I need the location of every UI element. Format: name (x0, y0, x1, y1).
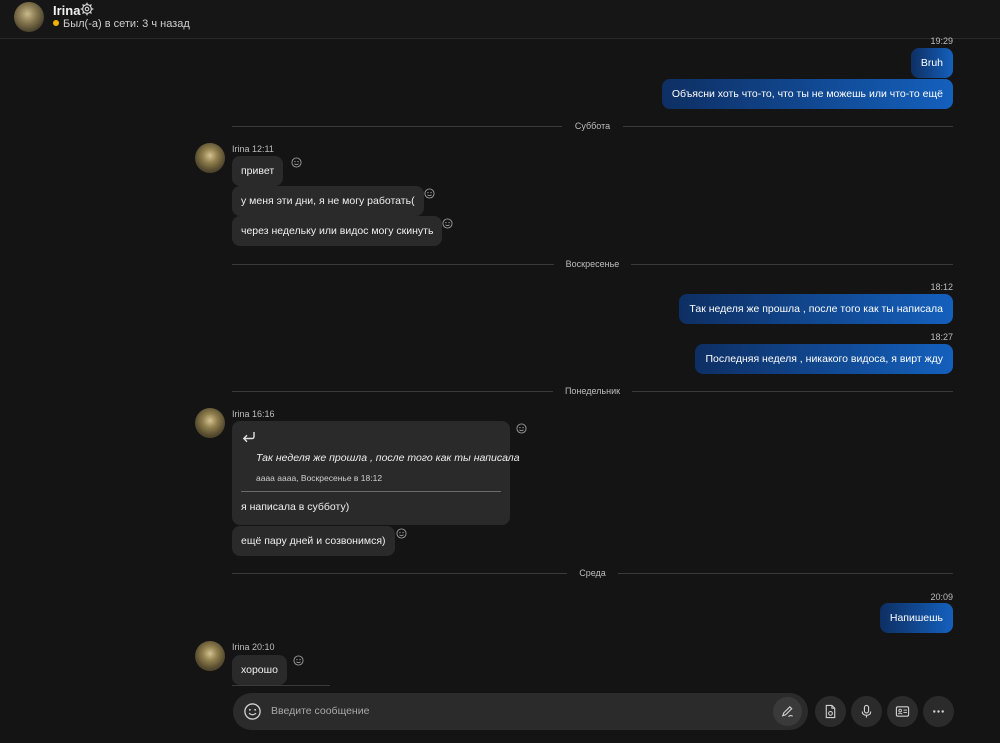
voice-message-button[interactable] (851, 696, 882, 727)
quoted-message-meta: аааа аааа, Воскресенье в 18:12 (256, 473, 383, 483)
date-divider-label: Суббота (562, 121, 623, 131)
message-input[interactable]: Введите сообщение (271, 693, 369, 730)
file-icon (825, 704, 836, 719)
incoming-message[interactable]: через недельку или видос могу скинуть (232, 216, 443, 246)
add-reaction-icon[interactable] (396, 528, 407, 539)
reply-message[interactable]: Так неделя же прошла , после того как ты… (232, 421, 520, 525)
sender-name-time: Irina 20:10 (232, 642, 275, 652)
outgoing-message[interactable]: Напишешь (879, 603, 953, 633)
incoming-message[interactable]: ещё пару дней и созвонимся) (232, 526, 395, 556)
draw-button[interactable] (773, 697, 802, 726)
divider-line (232, 685, 330, 686)
quoted-message-text: Так неделя же прошла , после того как ты… (256, 452, 520, 464)
sender-avatar[interactable] (195, 143, 225, 173)
presence-text: Был(-а) в сети: 3 ч назад (63, 18, 190, 30)
outgoing-message[interactable]: Bruh (910, 48, 953, 78)
outgoing-message[interactable]: Так неделя же прошла , после того как ты… (679, 294, 953, 324)
incoming-message[interactable]: у меня эти дни, я не могу работать( (232, 186, 424, 216)
quote-separator (241, 491, 501, 492)
date-divider: Воскресенье (232, 258, 953, 270)
contact-avatar[interactable] (14, 2, 44, 32)
more-icon (933, 710, 944, 713)
date-divider: Понедельник (232, 385, 953, 397)
date-divider: Суббота (232, 120, 953, 132)
more-options-button[interactable] (923, 696, 954, 727)
date-divider-label: Среда (567, 568, 618, 578)
chat-header: Irina Был(-а) в сети: 3 ч назад (0, 0, 1000, 39)
away-dot-icon (53, 20, 59, 26)
pen-icon (781, 706, 793, 718)
presence-status: Был(-а) в сети: 3 ч назад (53, 18, 190, 30)
reply-text: я написала в субботу) (241, 501, 350, 513)
sender-avatar[interactable] (195, 408, 225, 438)
date-divider-label: Понедельник (552, 386, 633, 396)
outgoing-message[interactable]: Объясни хоть что-то, что ты не можешь ил… (661, 79, 953, 109)
sender-avatar[interactable] (195, 641, 225, 671)
date-divider: Среда (232, 567, 953, 579)
add-reaction-icon[interactable] (293, 655, 304, 666)
microphone-icon (861, 704, 872, 718)
message-time: 20:09 (930, 592, 953, 602)
message-time: 18:12 (930, 282, 953, 292)
smiley-icon[interactable] (243, 702, 262, 721)
reply-arrow-icon (242, 432, 255, 443)
date-divider-label: Воскресенье (553, 259, 632, 269)
incoming-message[interactable]: привет (232, 156, 284, 186)
send-file-button[interactable] (815, 696, 846, 727)
message-composer[interactable]: Введите сообщение (233, 693, 808, 730)
gear-icon[interactable] (80, 2, 94, 16)
sender-name-time: Irina 16:16 (232, 409, 275, 419)
contact-card-icon (895, 706, 910, 717)
incoming-message[interactable]: хорошо (232, 655, 287, 685)
outgoing-message[interactable]: Последняя неделя , никакого видоса, я ви… (695, 344, 953, 374)
add-reaction-icon[interactable] (442, 218, 453, 229)
add-reaction-icon[interactable] (516, 423, 527, 434)
message-time: 19:29 (930, 36, 953, 46)
contact-name[interactable]: Irina (53, 3, 80, 18)
add-reaction-icon[interactable] (291, 157, 302, 168)
share-contact-button[interactable] (887, 696, 918, 727)
sender-name-time: Irina 12:11 (232, 144, 274, 154)
add-reaction-icon[interactable] (424, 188, 435, 199)
message-time: 18:27 (930, 332, 953, 342)
